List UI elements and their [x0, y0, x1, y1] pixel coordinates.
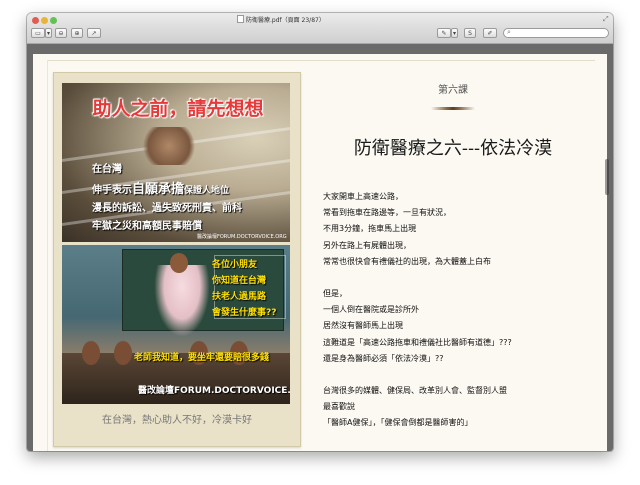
poster-line-2-post: 保證人地位 — [184, 186, 230, 196]
body-line: 一個人倒在醫院或是診所外 — [323, 305, 419, 314]
edit-toolbar-button[interactable]: ✐ — [483, 28, 497, 38]
view-menu-button[interactable]: ▾ — [45, 28, 52, 38]
document-viewport[interactable]: 助人之前，請先想想 在台灣 伸手表示自願承擔保證人地位 漫長的訴訟、過失致死刑責… — [27, 44, 613, 451]
hand-photo — [140, 127, 198, 165]
poster-question-1: 各位小朋友 — [212, 260, 258, 270]
student-head — [82, 341, 100, 365]
poster-question-2: 你知道在台灣 — [212, 276, 267, 286]
body-line: 但是， — [323, 289, 347, 298]
ornament-divider — [431, 107, 475, 110]
teacher-photo — [154, 265, 210, 337]
body-line: 大家開車上高速公路， — [323, 192, 403, 201]
body-line: 這難道是「高速公路拖車和禮儀社比醫師有道德」??? — [323, 338, 512, 347]
poster-caption: 在台灣，熱心助人不好，冷漠卡好 — [102, 415, 252, 426]
page-top-rule — [47, 60, 595, 61]
poster-question-4: 會發生什麼事?? — [212, 308, 277, 318]
poster-line-4: 牢獄之災和高額民事賠償 — [92, 221, 202, 232]
body-line: 居然沒有醫師馬上出現 — [323, 321, 403, 330]
poster-watermark-bottom: 醫改論壇FORUM.DOCTORVOICE.ORG — [138, 386, 290, 396]
annotate-menu-button[interactable]: ▾ — [451, 28, 458, 38]
poster-line-2-emphasis: 自願承擔 — [132, 182, 185, 197]
edit-icon: ✐ — [487, 30, 493, 37]
fullscreen-icon[interactable]: ⤢ — [603, 15, 609, 24]
poster-line-2-pre: 伸手表示 — [92, 185, 132, 196]
poster-answer: 老師我知道，要坐牢還要賠很多錢 — [134, 353, 270, 363]
close-window-button[interactable] — [32, 17, 39, 24]
window-title: 防衛醫療.pdf（頁面 23/87） — [237, 15, 325, 24]
window-title-text: 防衛醫療.pdf（頁面 23/87） — [246, 17, 325, 24]
body-line: 常看到拖車在路邊等，一旦有狀況， — [323, 208, 451, 217]
minimize-window-button[interactable] — [41, 17, 48, 24]
poster-question-3: 扶老人過馬路 — [212, 292, 267, 302]
search-icon: ⌕ — [507, 28, 511, 36]
search-field[interactable]: ⌕ — [503, 28, 609, 38]
share-icon: ↗ — [91, 30, 97, 37]
annotate-button[interactable]: ✎ — [437, 28, 451, 38]
signature-button[interactable]: S — [464, 28, 476, 38]
body-line: 「醫師A健保」，「健保會倒都是醫師害的」 — [323, 418, 473, 427]
page-left-rule — [47, 60, 48, 451]
poster-line-3: 漫長的訴訟、過失致死刑責、前科 — [92, 203, 242, 214]
poster-line-2: 伸手表示自願承擔保證人地位 — [92, 178, 229, 197]
teacher-head — [170, 253, 188, 273]
article-heading: 防衛醫療之六---依法冷漠 — [353, 138, 553, 159]
body-line: 不用3分鐘，拖車馬上出現 — [323, 224, 417, 233]
body-line: 台灣很多的媒體、健保局、改革別人會、監督別人盟 — [323, 386, 507, 395]
poster-watermark-top: 醫改論壇FORUM.DOCTORVOICE.ORG — [197, 234, 287, 240]
poster-image: 助人之前，請先想想 在台灣 伸手表示自願承擔保證人地位 漫長的訴訟、過失致死刑責… — [53, 72, 301, 447]
vertical-scrollbar[interactable] — [605, 159, 609, 195]
chapter-label: 第六課 — [438, 85, 468, 96]
poster-line-1: 在台灣 — [92, 164, 122, 175]
body-line: 常常也很快會有禮儀社的出現，為大體蓋上白布 — [323, 257, 491, 266]
zoom-in-icon: ⊕ — [74, 30, 80, 37]
poster-top-panel: 助人之前，請先想想 在台灣 伸手表示自願承擔保證人地位 漫長的訴訟、過失致死刑責… — [62, 83, 290, 242]
pen-icon: ✎ — [441, 30, 447, 37]
preview-window: 防衛醫療.pdf（頁面 23/87） ⤢ ▭ ▾ ⊖ ⊕ ↗ ✎ ▾ S ✐ ⌕… — [27, 13, 613, 451]
body-line: 還是身為醫師必須「依法冷漠」?? — [323, 354, 444, 363]
poster-bottom-panel: 各位小朋友 你知道在台灣 扶老人過馬路 會發生什麼事?? 老師我知道，要坐牢還要… — [62, 245, 290, 404]
signature-icon: S — [468, 30, 472, 37]
zoom-in-button[interactable]: ⊕ — [71, 28, 83, 38]
pdf-page: 助人之前，請先想想 在台灣 伸手表示自願承擔保證人地位 漫長的訴訟、過失致死刑責… — [33, 54, 607, 451]
zoom-window-button[interactable] — [50, 17, 57, 24]
pdf-document-icon — [237, 15, 244, 23]
zoom-out-icon: ⊖ — [58, 30, 64, 37]
title-bar: 防衛醫療.pdf（頁面 23/87） ⤢ ▭ ▾ ⊖ ⊕ ↗ ✎ ▾ S ✐ ⌕ — [27, 13, 613, 44]
body-line: 最喜歡說 — [323, 402, 355, 411]
zoom-out-button[interactable]: ⊖ — [55, 28, 67, 38]
student-head — [114, 341, 132, 365]
poster-headline: 助人之前，請先想想 — [92, 98, 264, 120]
share-button[interactable]: ↗ — [87, 28, 101, 38]
sidebar-toggle-button[interactable]: ▭ — [31, 28, 45, 38]
body-line: 另外在路上有屍體出現， — [323, 241, 411, 250]
